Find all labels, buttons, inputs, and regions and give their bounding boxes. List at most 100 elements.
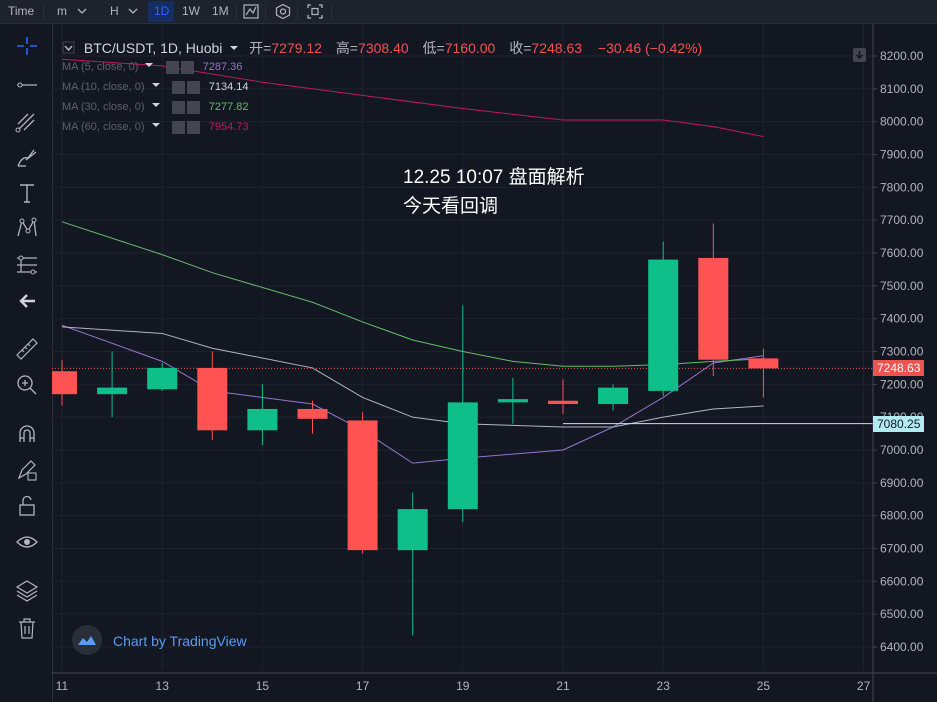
candle-body bbox=[698, 257, 729, 360]
magnet-icon[interactable] bbox=[14, 422, 40, 446]
time-button[interactable]: Time bbox=[8, 0, 34, 23]
ma-legend-row[interactable]: MA (30, close, 0) 7277.82 bbox=[62, 99, 249, 115]
y-tick-label: 8200.00 bbox=[880, 49, 924, 63]
x-tick-label: 23 bbox=[657, 679, 671, 693]
candle-body bbox=[297, 408, 328, 419]
trend-line-icon[interactable] bbox=[14, 73, 40, 97]
ma-legend-row[interactable]: MA (10, close, 0) 7134.14 bbox=[62, 79, 249, 95]
y-tick-label: 6400.00 bbox=[880, 640, 924, 654]
symbol-label[interactable]: BTC/USDT, 1D, Huobi bbox=[84, 40, 222, 56]
trash-icon[interactable] bbox=[14, 616, 40, 640]
x-tick-label: 13 bbox=[156, 679, 170, 693]
low-label: 低= bbox=[422, 40, 445, 56]
candle-body bbox=[397, 509, 428, 551]
ma-chevron-icon[interactable] bbox=[151, 100, 161, 110]
candle-body bbox=[197, 367, 228, 431]
y-tick-label: 8000.00 bbox=[880, 115, 924, 129]
toolbar-divider bbox=[43, 3, 44, 20]
y-tick-label: 7000.00 bbox=[880, 443, 924, 457]
crosshair-icon[interactable] bbox=[14, 34, 40, 58]
high-value: 7308.40 bbox=[358, 40, 409, 56]
interval-1m-button[interactable]: 1M bbox=[212, 0, 229, 23]
candle-body bbox=[598, 387, 629, 405]
ma-chevron-icon[interactable] bbox=[151, 80, 161, 90]
interval-minutes-chevron-icon[interactable] bbox=[77, 0, 87, 23]
chart-style-icon[interactable] bbox=[242, 3, 260, 20]
brush-icon[interactable] bbox=[14, 146, 40, 170]
main-legend: BTC/USDT, 1D, Huobi 开=7279.12 高=7308.40 … bbox=[62, 38, 702, 58]
open-value: 7279.12 bbox=[271, 40, 322, 56]
ma-chevron-icon[interactable] bbox=[144, 60, 154, 70]
ma-value: 7277.82 bbox=[208, 101, 249, 113]
drawing-toolbar bbox=[0, 24, 53, 702]
toolbar-divider bbox=[331, 3, 332, 20]
ma-remove-icon[interactable] bbox=[186, 120, 200, 134]
symbol-chevron-icon[interactable] bbox=[229, 43, 239, 53]
ma-settings-icon[interactable] bbox=[171, 80, 185, 94]
draw-mode-icon[interactable] bbox=[14, 458, 40, 482]
x-tick-label: 11 bbox=[56, 679, 69, 693]
watermark-text: Chart by TradingView bbox=[113, 633, 247, 649]
text-icon[interactable] bbox=[14, 181, 40, 205]
ruler-icon[interactable] bbox=[14, 336, 40, 360]
y-tick-label: 7300.00 bbox=[880, 345, 924, 359]
ma-legend-row[interactable]: MA (5, close, 0) 7287.36 bbox=[62, 59, 242, 75]
open-label: 开= bbox=[249, 40, 272, 56]
ma-remove-icon[interactable] bbox=[186, 100, 200, 114]
candle-body bbox=[497, 399, 528, 403]
y-tick-label: 6600.00 bbox=[880, 574, 924, 588]
eye-icon[interactable] bbox=[14, 530, 40, 554]
interval-hours-button[interactable]: H bbox=[110, 0, 119, 23]
ma-settings-icon[interactable] bbox=[171, 100, 185, 114]
settings-icon[interactable] bbox=[274, 3, 292, 20]
candle-body bbox=[52, 371, 77, 395]
arrow-left-icon[interactable] bbox=[14, 289, 40, 313]
toolbar-divider bbox=[297, 3, 298, 20]
y-tick-label: 7500.00 bbox=[880, 279, 924, 293]
y-tick-label: 7800.00 bbox=[880, 180, 924, 194]
candle-body bbox=[97, 387, 128, 395]
line-price-tag: 7080.25 bbox=[873, 415, 925, 432]
annotation-line-1: 12.25 10:07 盘面解析 bbox=[403, 167, 585, 188]
y-tick-label: 7600.00 bbox=[880, 246, 924, 260]
y-tick-label: 6700.00 bbox=[880, 542, 924, 556]
close-value: 7248.63 bbox=[531, 40, 583, 56]
y-tick-label: 6800.00 bbox=[880, 509, 924, 523]
ma-label: MA (60, close, 0) bbox=[62, 121, 145, 133]
ma-label: MA (30, close, 0) bbox=[62, 101, 145, 113]
candle-body bbox=[147, 367, 178, 390]
ma-remove-icon[interactable] bbox=[186, 80, 200, 94]
chart-settings-icon[interactable] bbox=[853, 48, 866, 62]
ma-settings-icon[interactable] bbox=[165, 60, 179, 74]
ma-chevron-icon[interactable] bbox=[151, 120, 161, 130]
top-toolbar: Time m H 1D 1W 1M bbox=[0, 0, 937, 24]
candle-body bbox=[447, 402, 478, 510]
interval-1w-button[interactable]: 1W bbox=[182, 0, 200, 23]
pattern-icon[interactable] bbox=[14, 216, 40, 240]
ma-value: 7954.73 bbox=[208, 121, 249, 133]
ma-label: MA (10, close, 0) bbox=[62, 81, 145, 93]
lock-icon[interactable] bbox=[14, 494, 40, 518]
zoom-in-icon[interactable] bbox=[14, 372, 40, 396]
interval-hours-chevron-icon[interactable] bbox=[128, 0, 138, 23]
tradingview-logo-icon bbox=[72, 625, 102, 655]
pitchfork-icon[interactable] bbox=[14, 110, 40, 134]
ma-remove-icon[interactable] bbox=[180, 60, 194, 74]
candle-body bbox=[748, 358, 779, 369]
y-tick-label: 6500.00 bbox=[880, 607, 924, 621]
y-tick-label: 6900.00 bbox=[880, 476, 924, 490]
fullscreen-icon[interactable] bbox=[306, 3, 324, 20]
ma-legend-row[interactable]: MA (60, close, 0) 7954.73 bbox=[62, 119, 249, 135]
last-price-tag: 7248.63 bbox=[873, 360, 925, 377]
collapse-legend-icon[interactable] bbox=[62, 41, 75, 54]
ma-settings-icon[interactable] bbox=[171, 120, 185, 134]
candle-body bbox=[648, 259, 679, 391]
y-tick-label: 8100.00 bbox=[880, 82, 924, 96]
interval-minutes-button[interactable]: m bbox=[57, 0, 67, 23]
layers-icon[interactable] bbox=[14, 578, 40, 602]
interval-1d-button[interactable]: 1D bbox=[154, 0, 169, 23]
x-tick-label: 19 bbox=[456, 679, 470, 693]
x-tick-label: 15 bbox=[256, 679, 270, 693]
y-tick-label: 7700.00 bbox=[880, 213, 924, 227]
fib-retracement-icon[interactable] bbox=[14, 253, 40, 277]
